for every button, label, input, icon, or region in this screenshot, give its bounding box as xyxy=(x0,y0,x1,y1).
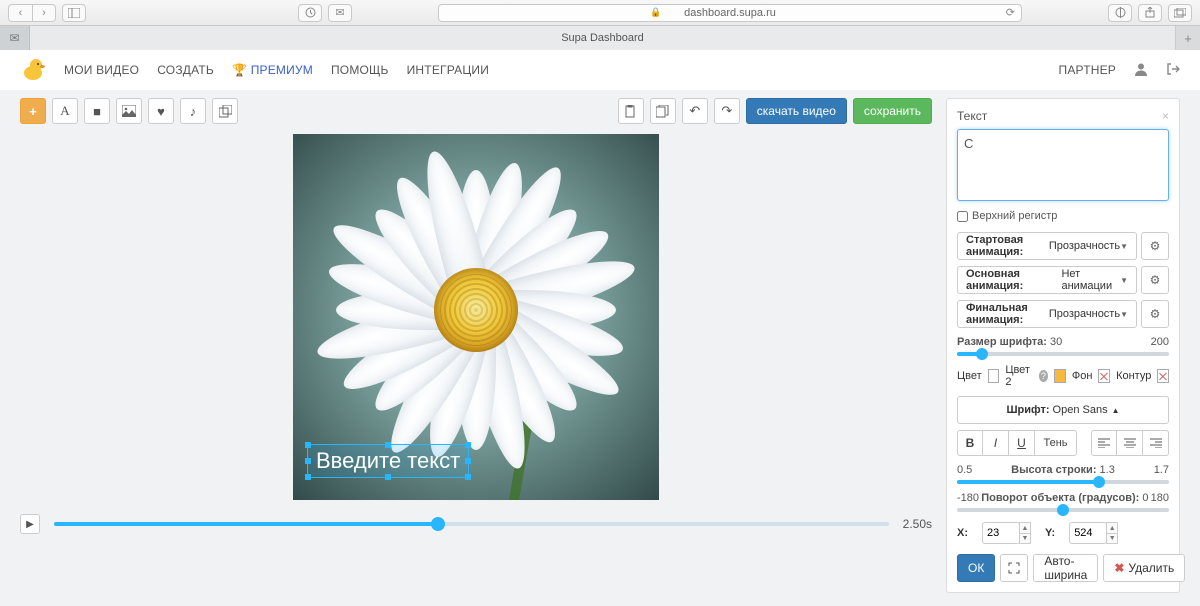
help-icon[interactable]: ? xyxy=(1039,370,1049,382)
mail-icon[interactable]: ✉ xyxy=(328,4,352,22)
favorite-button[interactable]: ♥ xyxy=(148,98,174,124)
add-button[interactable]: + xyxy=(20,98,46,124)
bg-label: Фон xyxy=(1072,370,1093,382)
text-tool-button[interactable]: A xyxy=(52,98,78,124)
start-animation-settings[interactable]: ⚙ xyxy=(1141,232,1169,260)
workspace: + A ■ ♥ ♪ ↶ ↷ скачать видео сохранить xyxy=(0,90,1200,601)
delete-button[interactable]: ✖Удалить xyxy=(1103,554,1185,582)
nav-back-button[interactable]: ‹ xyxy=(8,4,32,22)
uppercase-checkbox[interactable]: Верхний регистр xyxy=(957,210,1169,222)
browser-tab[interactable]: Supa Dashboard xyxy=(30,26,1176,50)
duplicate-button[interactable] xyxy=(650,98,676,124)
timeline-time: 2.50s xyxy=(903,517,932,531)
editor-toolbar: + A ■ ♥ ♪ ↶ ↷ скачать видео сохранить xyxy=(20,98,932,124)
underline-button[interactable]: U xyxy=(1009,430,1035,456)
shape-tool-button[interactable]: ■ xyxy=(84,98,110,124)
end-animation-settings[interactable]: ⚙ xyxy=(1141,300,1169,328)
tabs-button[interactable] xyxy=(1168,4,1192,22)
close-panel-button[interactable]: × xyxy=(1162,109,1169,123)
download-video-button[interactable]: скачать видео xyxy=(746,98,847,124)
canvas-text-object[interactable]: Введите текст xyxy=(307,444,469,478)
paste-button[interactable] xyxy=(618,98,644,124)
image-tool-button[interactable] xyxy=(116,98,142,124)
ok-button[interactable]: ОК xyxy=(957,554,995,582)
timeline-thumb[interactable] xyxy=(431,517,445,531)
main-animation-select[interactable]: Основная анимация: Нет анимации ▼ xyxy=(957,266,1137,294)
trophy-icon: 🏆 xyxy=(232,63,247,77)
bold-button[interactable]: B xyxy=(957,430,983,456)
color-label: Цвет xyxy=(957,370,982,382)
logo-duck-icon[interactable] xyxy=(20,57,46,83)
pinned-mail-tab[interactable]: ✉ xyxy=(0,26,30,50)
nav-help[interactable]: ПОМОЩЬ xyxy=(331,63,389,77)
nav-premium[interactable]: 🏆 ПРЕМИУМ xyxy=(232,63,313,77)
share-button[interactable] xyxy=(1138,4,1162,22)
text-color-swatch[interactable] xyxy=(988,369,1000,383)
editor-canvas[interactable]: Введите текст xyxy=(293,134,659,500)
timeline-track[interactable] xyxy=(54,522,889,526)
app-nav: МОИ ВИДЕО СОЗДАТЬ 🏆 ПРЕМИУМ ПОМОЩЬ ИНТЕГ… xyxy=(0,50,1200,90)
caret-down-icon: ▼ xyxy=(1120,242,1128,251)
text-color2-swatch[interactable] xyxy=(1054,369,1066,383)
browser-tabbar: ✉ Supa Dashboard + xyxy=(0,26,1200,50)
font-size-slider[interactable]: Размер шрифта: 30 200 xyxy=(957,336,1169,356)
x-spinner[interactable]: ▲▼ xyxy=(1019,522,1031,544)
y-spinner[interactable]: ▲▼ xyxy=(1106,522,1118,544)
redo-button[interactable]: ↷ xyxy=(714,98,740,124)
save-button[interactable]: сохранить xyxy=(853,98,932,124)
nav-partner[interactable]: ПАРТНЕР xyxy=(1059,63,1117,77)
nav-my-videos[interactable]: МОИ ВИДЕО xyxy=(64,63,139,77)
italic-button[interactable]: I xyxy=(983,430,1009,456)
main-animation-settings[interactable]: ⚙ xyxy=(1141,266,1169,294)
timeline: ▶ 2.50s xyxy=(20,514,932,534)
play-button[interactable]: ▶ xyxy=(20,514,40,534)
logout-icon[interactable] xyxy=(1166,62,1180,79)
color2-label: Цвет 2 xyxy=(1005,364,1032,388)
end-animation-select[interactable]: Финальная анимация: Прозрачность ▼ xyxy=(957,300,1137,328)
properties-panel: Текст × Верхний регистр Стартовая анимац… xyxy=(946,98,1180,593)
sidebar-toggle-button[interactable] xyxy=(62,4,86,22)
lock-icon: 🔒 xyxy=(650,7,661,18)
nav-create[interactable]: СОЗДАТЬ xyxy=(157,63,214,77)
align-left-button[interactable] xyxy=(1091,430,1117,456)
text-input[interactable] xyxy=(957,129,1169,201)
caret-down-icon: ▼ xyxy=(1120,276,1128,285)
start-animation-select[interactable]: Стартовая анимация: Прозрачность ▼ xyxy=(957,232,1137,260)
expand-button[interactable] xyxy=(1000,554,1028,582)
align-center-button[interactable] xyxy=(1117,430,1143,456)
address-bar[interactable]: 🔒 dashboard.supa.ru ⟳ xyxy=(438,4,1022,22)
clock-icon[interactable] xyxy=(298,4,322,22)
y-input[interactable] xyxy=(1069,522,1107,544)
shadow-button[interactable]: Тень xyxy=(1035,430,1077,456)
browser-toolbar: ‹ › ✉ 🔒 dashboard.supa.ru ⟳ xyxy=(0,0,1200,26)
user-icon[interactable] xyxy=(1134,62,1148,79)
url-text: dashboard.supa.ru xyxy=(684,7,776,19)
x-input[interactable] xyxy=(982,522,1020,544)
reload-icon[interactable]: ⟳ xyxy=(1006,6,1015,19)
rotation-slider[interactable]: -180 Поворот объекта (градусов): 0 180 xyxy=(957,492,1169,512)
copy-tool-button[interactable] xyxy=(212,98,238,124)
caret-up-icon: ▲ xyxy=(1112,406,1120,415)
nav-integrations[interactable]: ИНТЕГРАЦИИ xyxy=(407,63,489,77)
line-height-slider[interactable]: 0.5 Высота строки: 1.3 1.7 xyxy=(957,464,1169,484)
undo-button[interactable]: ↶ xyxy=(682,98,708,124)
reader-button[interactable] xyxy=(1108,4,1132,22)
align-right-button[interactable] xyxy=(1143,430,1169,456)
panel-title: Текст xyxy=(957,109,987,123)
caret-down-icon: ▼ xyxy=(1120,310,1128,319)
font-select[interactable]: Шрифт: Open Sans ▲ xyxy=(957,396,1169,424)
outline-label: Контур xyxy=(1116,370,1151,382)
music-tool-button[interactable]: ♪ xyxy=(180,98,206,124)
new-tab-button[interactable]: + xyxy=(1176,26,1200,50)
outline-color-swatch[interactable] xyxy=(1157,369,1169,383)
nav-forward-button[interactable]: › xyxy=(32,4,56,22)
auto-width-button[interactable]: Авто-ширина xyxy=(1033,554,1098,582)
flower-image xyxy=(316,150,636,470)
bg-color-swatch[interactable] xyxy=(1098,369,1110,383)
x-icon: ✖ xyxy=(1114,561,1124,575)
